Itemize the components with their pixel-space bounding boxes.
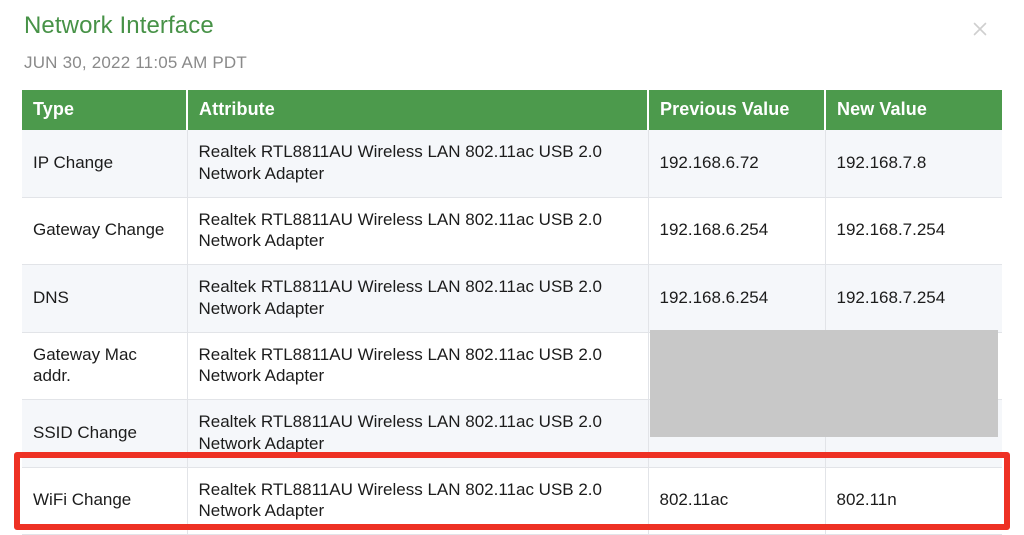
cell-attribute: Realtek RTL8811AU Wireless LAN 802.11ac … bbox=[187, 400, 648, 468]
changes-table: Type Attribute Previous Value New Value … bbox=[22, 90, 1002, 535]
cell-type: WiFi Change bbox=[22, 467, 187, 535]
cell-previous-value: 192.168.6.72 bbox=[648, 130, 825, 197]
close-button[interactable] bbox=[968, 17, 992, 41]
table-row[interactable]: IP Change Realtek RTL8811AU Wireless LAN… bbox=[22, 130, 1002, 197]
close-icon bbox=[971, 20, 989, 38]
column-header-attribute[interactable]: Attribute bbox=[187, 90, 648, 130]
cell-new-value: 192.168.7.254 bbox=[825, 197, 1002, 265]
table-body: IP Change Realtek RTL8811AU Wireless LAN… bbox=[22, 130, 1002, 535]
cell-type: Gateway Mac addr. bbox=[22, 332, 187, 400]
cell-previous-value: 802.11ac bbox=[648, 467, 825, 535]
table-header-row: Type Attribute Previous Value New Value bbox=[22, 90, 1002, 130]
table-row[interactable]: Gateway Mac addr. Realtek RTL8811AU Wire… bbox=[22, 332, 1002, 400]
table-row[interactable]: SSID Change Realtek RTL8811AU Wireless L… bbox=[22, 400, 1002, 468]
cell-new-value: 802.11n bbox=[825, 467, 1002, 535]
table-row[interactable]: WiFi Change Realtek RTL8811AU Wireless L… bbox=[22, 467, 1002, 535]
cell-type: IP Change bbox=[22, 130, 187, 197]
cell-attribute: Realtek RTL8811AU Wireless LAN 802.11ac … bbox=[187, 265, 648, 333]
cell-new-value bbox=[825, 332, 1002, 400]
cell-previous-value: 192.168.6.254 bbox=[648, 265, 825, 333]
timestamp-label: JUN 30, 2022 11:05 AM PDT bbox=[24, 53, 247, 73]
cell-type: SSID Change bbox=[22, 400, 187, 468]
cell-new-value bbox=[825, 400, 1002, 468]
cell-previous-value bbox=[648, 400, 825, 468]
cell-new-value: 192.168.7.8 bbox=[825, 130, 1002, 197]
page-title: Network Interface bbox=[24, 12, 214, 40]
column-header-type[interactable]: Type bbox=[22, 90, 187, 130]
table-header: Type Attribute Previous Value New Value bbox=[22, 90, 1002, 130]
table-row[interactable]: Gateway Change Realtek RTL8811AU Wireles… bbox=[22, 197, 1002, 265]
cell-type: Gateway Change bbox=[22, 197, 187, 265]
cell-attribute: Realtek RTL8811AU Wireless LAN 802.11ac … bbox=[187, 332, 648, 400]
column-header-previous-value[interactable]: Previous Value bbox=[648, 90, 825, 130]
cell-attribute: Realtek RTL8811AU Wireless LAN 802.11ac … bbox=[187, 197, 648, 265]
column-header-new-value[interactable]: New Value bbox=[825, 90, 1002, 130]
table-row[interactable]: DNS Realtek RTL8811AU Wireless LAN 802.1… bbox=[22, 265, 1002, 333]
cell-previous-value: 192.168.6.254 bbox=[648, 197, 825, 265]
cell-previous-value bbox=[648, 332, 825, 400]
network-interface-panel: Network Interface JUN 30, 2022 11:05 AM … bbox=[0, 0, 1024, 533]
cell-attribute: Realtek RTL8811AU Wireless LAN 802.11ac … bbox=[187, 130, 648, 197]
cell-type: DNS bbox=[22, 265, 187, 333]
changes-table-container: Type Attribute Previous Value New Value … bbox=[22, 90, 1002, 535]
cell-attribute: Realtek RTL8811AU Wireless LAN 802.11ac … bbox=[187, 467, 648, 535]
cell-new-value: 192.168.7.254 bbox=[825, 265, 1002, 333]
